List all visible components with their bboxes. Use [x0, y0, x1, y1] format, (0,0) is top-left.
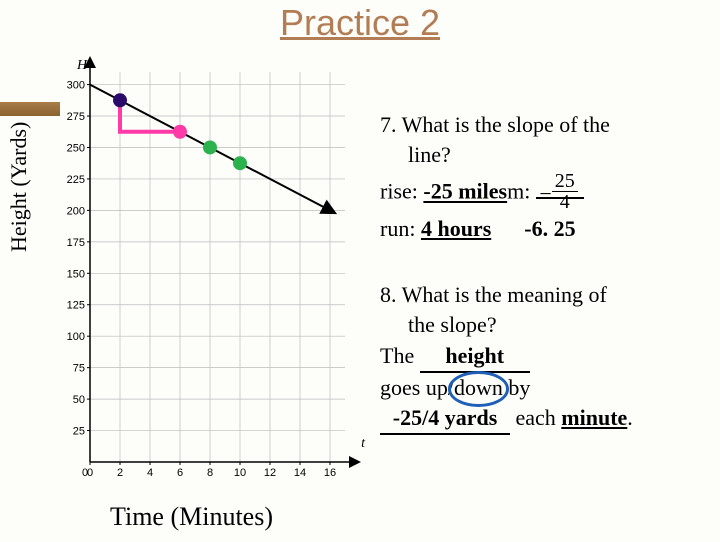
x-axis-label: Time (Minutes) [110, 502, 273, 532]
q8-period: . [627, 405, 633, 430]
svg-text:4: 4 [147, 467, 153, 479]
svg-text:2: 2 [117, 467, 123, 479]
svg-text:12: 12 [264, 467, 276, 479]
q7-text-1: 7. What is the slope of the [380, 110, 720, 140]
chart: H t 255075100125150175200225250275300 02… [45, 52, 365, 482]
run-value: 4 hours [421, 216, 491, 241]
chart-svg: 25 50 75 100 125 150 175 200 225 250 275 300 0 2 4 6 8 1… [45, 52, 365, 482]
q8-blank-2: -25/4 yards [380, 403, 510, 435]
svg-text:50: 50 [73, 394, 85, 406]
rise-label: rise: [380, 179, 418, 204]
page-title: Practice 2 [0, 2, 720, 44]
svg-text:10: 10 [234, 467, 246, 479]
svg-text:200: 200 [67, 205, 85, 217]
svg-text:125: 125 [67, 300, 85, 312]
svg-text:100: 100 [67, 331, 85, 343]
circled-down: down [454, 373, 503, 403]
q8-goes: goes up/ [380, 375, 454, 400]
svg-text:75: 75 [73, 363, 85, 375]
svg-text:25: 25 [73, 426, 85, 438]
minus-icon: − [539, 181, 551, 206]
svg-text:175: 175 [67, 237, 85, 249]
rise-value: -25 miles [423, 179, 507, 204]
m-label: m: [507, 179, 530, 204]
q8-the: The [380, 343, 414, 368]
svg-text:225: 225 [67, 174, 85, 186]
svg-text:14: 14 [294, 467, 306, 479]
q8-text-2: the slope? [380, 310, 720, 340]
svg-text:250: 250 [67, 142, 85, 154]
svg-text:275: 275 [67, 111, 85, 123]
svg-text:8: 8 [207, 467, 213, 479]
q8-text-1: 8. What is the meaning of [380, 280, 720, 310]
run-label: run: [380, 216, 415, 241]
svg-text:300: 300 [67, 80, 85, 92]
question-7: 7. What is the slope of the line? rise: … [380, 110, 720, 244]
y-axis-label: Height (Yards) [6, 122, 32, 252]
q8-unit: minute [561, 405, 627, 430]
q8-blank-1: height [420, 341, 530, 373]
m-fraction: 254 [552, 171, 578, 212]
m-decimal: -6. 25 [524, 216, 575, 241]
question-8: 8. What is the meaning of the slope? The… [380, 280, 720, 434]
svg-text:6: 6 [177, 467, 183, 479]
q8-each: each [516, 405, 556, 430]
questions: 7. What is the slope of the line? rise: … [380, 110, 720, 451]
svg-text:16: 16 [324, 467, 336, 479]
svg-text:150: 150 [67, 268, 85, 280]
svg-text:0: 0 [82, 467, 88, 479]
q7-text-2: line? [380, 140, 720, 170]
